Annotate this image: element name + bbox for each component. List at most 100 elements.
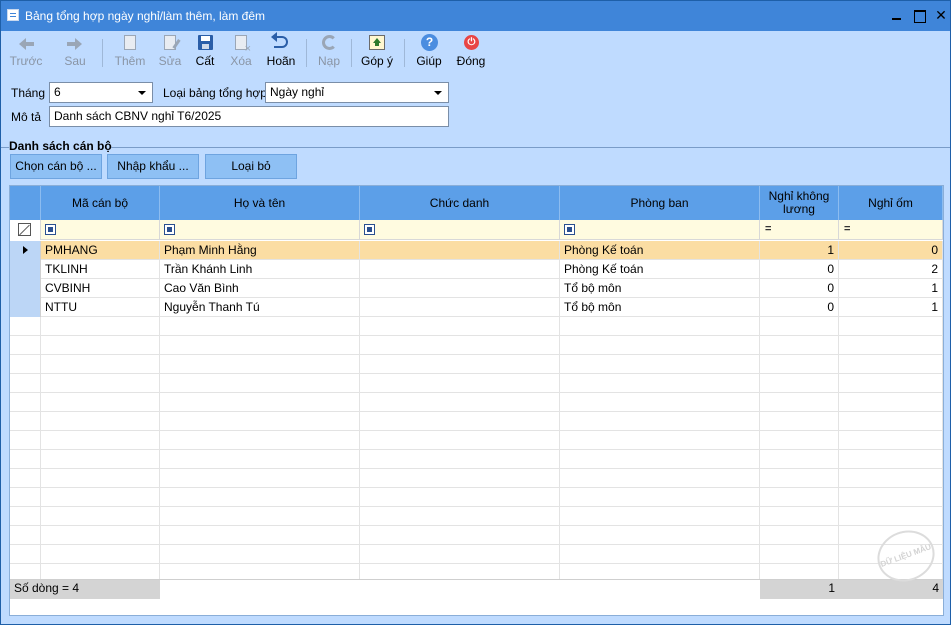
cell-name[interactable]: Cao Văn Bình: [160, 279, 360, 298]
empty-row: [10, 545, 943, 564]
cell-dept[interactable]: Tổ bộ môn: [560, 279, 760, 298]
cell-unpaid[interactable]: 0: [760, 279, 839, 298]
help-button[interactable]: ? Giúp: [413, 33, 445, 71]
col-header-unpaid[interactable]: Nghỉ không lương: [760, 186, 839, 220]
minimize-button[interactable]: [889, 7, 905, 23]
filter-contains-icon: [364, 224, 375, 235]
edit-document-icon: [160, 34, 180, 52]
filter-equals-icon: =: [844, 223, 851, 235]
cell-title[interactable]: [360, 241, 560, 260]
empty-row: [10, 488, 943, 507]
cell-unpaid[interactable]: 0: [760, 298, 839, 317]
col-header-title[interactable]: Chức danh: [360, 186, 560, 220]
new-document-icon: [120, 34, 140, 52]
col-header-name[interactable]: Họ và tên: [160, 186, 360, 220]
cell-dept[interactable]: Tổ bộ môn: [560, 298, 760, 317]
filter-title[interactable]: [360, 220, 560, 240]
month-select[interactable]: 6: [49, 82, 153, 103]
staff-list-title: Danh sách cán bộ: [9, 139, 112, 153]
upload-feedback-icon: [367, 34, 387, 52]
table-row[interactable]: CVBINH Cao Văn Bình Tổ bộ môn 0 1: [10, 279, 943, 298]
row-count: Số dòng = 4: [10, 580, 160, 599]
filter-contains-icon: [564, 224, 575, 235]
cell-title[interactable]: [360, 279, 560, 298]
undo-icon: [271, 32, 291, 52]
row-indicator[interactable]: [10, 279, 41, 298]
cell-sick[interactable]: 1: [839, 298, 943, 317]
toolbar: Trước Sau Thêm Sửa Cất Xóa Hoãn: [1, 31, 950, 73]
clear-filter-cell[interactable]: [10, 220, 41, 240]
table-row[interactable]: NTTU Nguyễn Thanh Tú Tổ bộ môn 0 1: [10, 298, 943, 317]
empty-row: [10, 317, 943, 336]
empty-row: [10, 469, 943, 488]
save-button[interactable]: Cất: [189, 33, 221, 71]
empty-row: [10, 336, 943, 355]
filter-code[interactable]: [41, 220, 160, 240]
row-indicator[interactable]: [10, 241, 41, 260]
cell-unpaid[interactable]: 0: [760, 260, 839, 279]
close-window-button[interactable]: ✕: [933, 7, 949, 23]
filter-sick[interactable]: =: [839, 220, 943, 240]
arrow-left-icon: [16, 34, 36, 52]
cell-title[interactable]: [360, 298, 560, 317]
grid-footer: Số dòng = 4 1 4: [10, 579, 943, 599]
save-icon: [195, 34, 215, 52]
cell-name[interactable]: Nguyễn Thanh Tú: [160, 298, 360, 317]
window-title: Bảng tổng hợp ngày nghỉ/làm thêm, làm đê…: [25, 9, 266, 23]
filter-equals-icon: =: [765, 223, 772, 235]
empty-row: [10, 393, 943, 412]
cell-name[interactable]: Trần Khánh Linh: [160, 260, 360, 279]
title-bar: Bảng tổng hợp ngày nghỉ/làm thêm, làm đê…: [1, 1, 950, 31]
import-button[interactable]: Nhập khẩu ...: [107, 154, 199, 179]
undo-button[interactable]: Hoãn: [263, 32, 299, 71]
grid-header-indicator: [10, 186, 41, 220]
filter-dept[interactable]: [560, 220, 760, 240]
reload-button[interactable]: Nạp: [313, 33, 345, 71]
cell-dept[interactable]: Phòng Kế toán: [560, 241, 760, 260]
filter-name[interactable]: [160, 220, 360, 240]
summary-type-label: Loại bảng tổng hợp: [163, 86, 267, 100]
row-indicator[interactable]: [10, 260, 41, 279]
description-label: Mô tả: [11, 110, 42, 124]
table-row[interactable]: PMHANG Phạm Minh Hằng Phòng Kế toán 1 0: [10, 241, 943, 260]
cell-code[interactable]: TKLINH: [41, 260, 160, 279]
empty-row: [10, 507, 943, 526]
remove-button[interactable]: Loại bỏ: [205, 154, 297, 179]
maximize-button[interactable]: [911, 7, 927, 23]
empty-row: [10, 374, 943, 393]
cell-name[interactable]: Phạm Minh Hằng: [160, 241, 360, 260]
edit-button[interactable]: Sửa: [153, 33, 187, 71]
empty-row: [10, 526, 943, 545]
cell-dept[interactable]: Phòng Kế toán: [560, 260, 760, 279]
feedback-button[interactable]: Góp ý: [358, 33, 396, 71]
choose-staff-button[interactable]: Chọn cán bộ ...: [10, 154, 102, 179]
description-input[interactable]: Danh sách CBNV nghỉ T6/2025: [49, 106, 449, 127]
cell-sick[interactable]: 0: [839, 241, 943, 260]
col-header-dept[interactable]: Phòng ban: [560, 186, 760, 220]
add-button[interactable]: Thêm: [112, 33, 148, 71]
cell-code[interactable]: NTTU: [41, 298, 160, 317]
empty-row: [10, 412, 943, 431]
cell-sick[interactable]: 1: [839, 279, 943, 298]
cell-code[interactable]: PMHANG: [41, 241, 160, 260]
refresh-icon: [319, 34, 339, 52]
summary-type-select[interactable]: Ngày nghỉ: [265, 82, 449, 103]
cell-unpaid[interactable]: 1: [760, 241, 839, 260]
cell-title[interactable]: [360, 260, 560, 279]
delete-button[interactable]: Xóa: [224, 33, 258, 71]
close-button[interactable]: ⏻ Đóng: [453, 33, 489, 71]
filter-row: = =: [10, 220, 943, 240]
cell-sick[interactable]: 2: [839, 260, 943, 279]
row-indicator[interactable]: [10, 298, 41, 317]
table-row[interactable]: TKLINH Trần Khánh Linh Phòng Kế toán 0 2: [10, 260, 943, 279]
filter-contains-icon: [45, 224, 56, 235]
col-header-sick[interactable]: Nghỉ ốm: [839, 186, 943, 220]
next-button[interactable]: Sau: [57, 33, 93, 71]
filter-unpaid[interactable]: =: [760, 220, 839, 240]
cell-code[interactable]: CVBINH: [41, 279, 160, 298]
staff-grid: Mã cán bộ Họ và tên Chức danh Phòng ban …: [9, 185, 944, 616]
prev-button[interactable]: Trước: [7, 33, 45, 71]
col-header-code[interactable]: Mã cán bộ: [41, 186, 160, 220]
delete-document-icon: [231, 34, 251, 54]
clear-filter-icon: [18, 223, 31, 236]
